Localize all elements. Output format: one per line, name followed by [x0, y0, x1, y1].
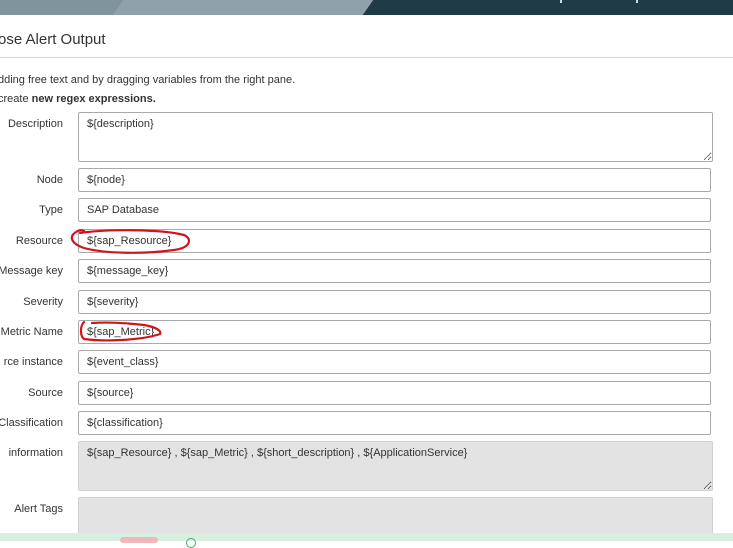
- source-instance-field[interactable]: [78, 350, 711, 374]
- metric-name-label: Metric Name: [0, 326, 63, 338]
- banner-dark-stripe: [362, 0, 733, 15]
- resource-label: Resource: [15, 235, 63, 247]
- banner-marker: [560, 0, 562, 3]
- description-field[interactable]: ${description}: [78, 112, 713, 162]
- severity-field[interactable]: [78, 290, 711, 314]
- message-key-label: Message key: [0, 265, 63, 277]
- severity-label: Severity: [23, 296, 63, 308]
- status-circle-icon: [186, 538, 196, 548]
- source-instance-label: rce instance: [3, 356, 63, 368]
- source-field[interactable]: [78, 381, 711, 405]
- intro-text: dding free text and by dragging variable…: [0, 74, 296, 86]
- resource-field[interactable]: [78, 229, 711, 253]
- banner-stripe: [112, 0, 384, 15]
- status-pill: [120, 537, 158, 543]
- node-field[interactable]: [78, 168, 711, 192]
- banner-marker: [636, 0, 638, 3]
- classification-label: Classification: [0, 417, 63, 429]
- information-label: information: [8, 447, 63, 459]
- information-field[interactable]: ${sap_Resource} , ${sap_Metric} , ${shor…: [78, 441, 713, 491]
- dialog-title: ose Alert Output: [0, 31, 106, 48]
- metric-name-field[interactable]: [78, 320, 711, 344]
- source-label: Source: [28, 387, 63, 399]
- intro-regex-text: create new regex expressions.: [0, 93, 156, 105]
- alert-tags-label: Alert Tags: [14, 503, 63, 515]
- top-banner: [0, 0, 733, 15]
- message-key-field[interactable]: [78, 259, 711, 283]
- description-label: Description: [7, 118, 63, 130]
- type-label: Type: [39, 204, 63, 216]
- type-field[interactable]: [78, 198, 711, 222]
- title-divider: [0, 57, 733, 58]
- node-label: Node: [36, 174, 63, 186]
- classification-field[interactable]: [78, 411, 711, 435]
- bottom-status-bar: [0, 533, 733, 548]
